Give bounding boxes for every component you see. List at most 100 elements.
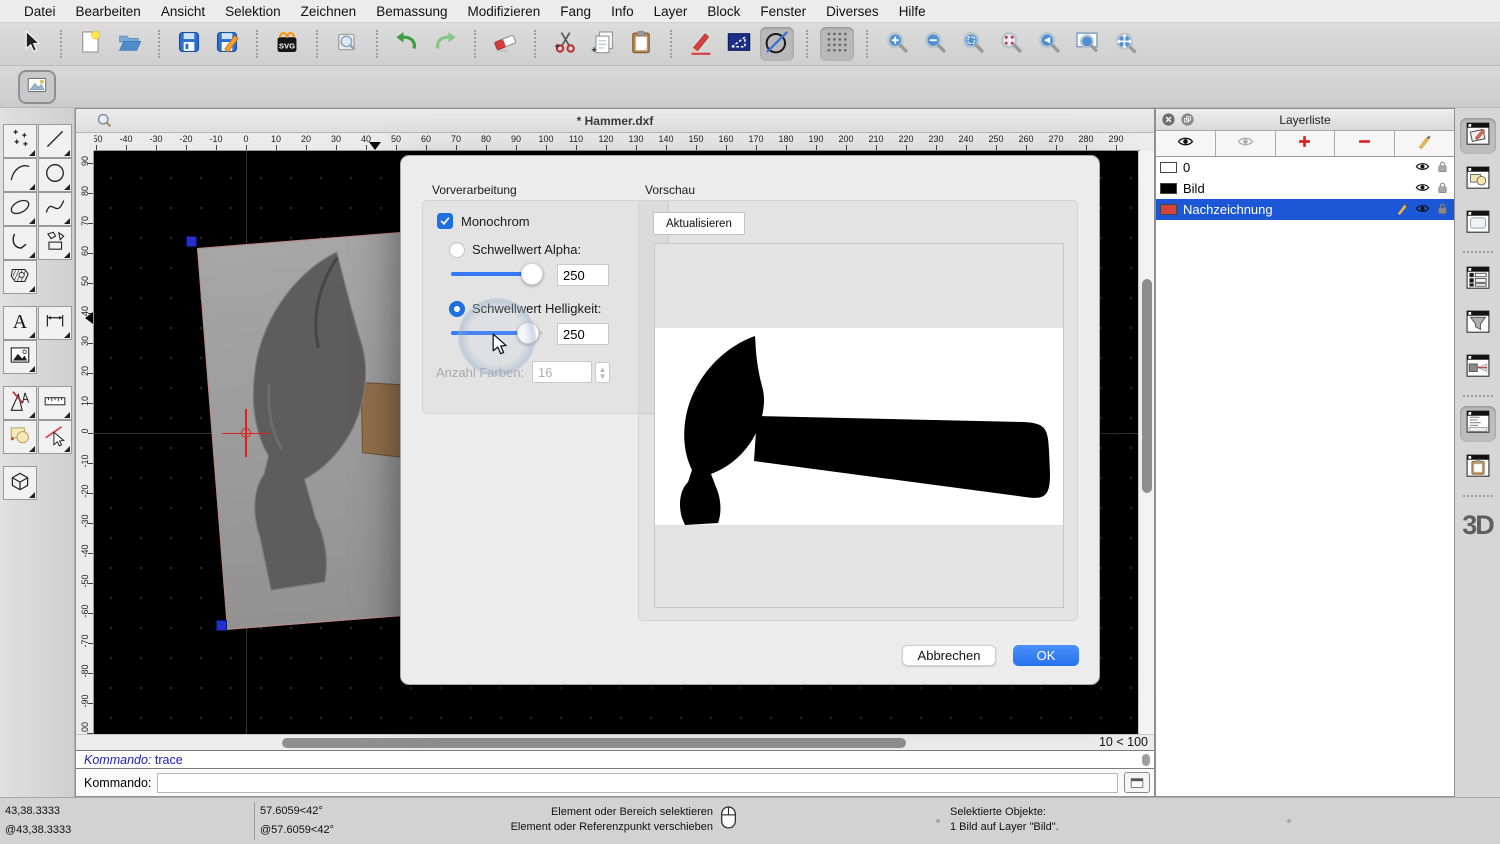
layer-lock-icon[interactable] — [1435, 159, 1450, 177]
menu-modifizieren[interactable]: Modifizieren — [458, 4, 551, 19]
command-history-scrollbar-thumb[interactable] — [1142, 754, 1150, 766]
select-area-button[interactable] — [722, 27, 756, 61]
projection-panel-button[interactable] — [1460, 350, 1496, 386]
paste-button[interactable] — [624, 27, 658, 61]
tool-hatch-button[interactable] — [3, 260, 37, 294]
remove-layer-button[interactable] — [1335, 131, 1395, 156]
layer-visibility-icon[interactable] — [1415, 201, 1430, 219]
clipboard-panel-button[interactable] — [1460, 450, 1496, 486]
list-panel-button[interactable] — [1460, 262, 1496, 298]
selection-handle-bottom-left[interactable] — [216, 620, 227, 631]
alpha-threshold-field[interactable] — [557, 264, 609, 286]
new-document-button[interactable] — [74, 27, 108, 61]
cursor-button[interactable] — [14, 27, 48, 61]
trace-button[interactable] — [760, 27, 794, 61]
cancel-button[interactable]: Abbrechen — [902, 645, 996, 666]
menu-bemassung[interactable]: Bemassung — [366, 4, 457, 19]
layer-color-swatch[interactable] — [1160, 183, 1177, 194]
tool-select-line-button[interactable] — [38, 420, 72, 454]
menu-fenster[interactable]: Fenster — [750, 4, 816, 19]
menu-layer[interactable]: Layer — [644, 4, 698, 19]
zoom-selection-button[interactable] — [994, 27, 1028, 61]
edit-layer-button[interactable] — [1395, 131, 1454, 156]
alpha-slider-knob[interactable] — [521, 263, 543, 285]
3d-mode-button[interactable]: 3D — [1462, 510, 1493, 541]
alpha-threshold-radio[interactable] — [449, 242, 465, 258]
layer-row-bild[interactable]: Bild — [1156, 178, 1454, 199]
open-file-button[interactable] — [112, 27, 146, 61]
tool-polygon-button[interactable] — [38, 226, 72, 260]
menu-hilfe[interactable]: Hilfe — [889, 4, 936, 19]
tool-measure-button[interactable] — [38, 386, 72, 420]
tool-point-button[interactable] — [3, 124, 37, 158]
eraser-button[interactable] — [488, 27, 522, 61]
document-titlebar[interactable]: * Hammer.dxf — [76, 109, 1154, 133]
menu-selektion[interactable]: Selektion — [215, 4, 291, 19]
tool-spline-button[interactable] — [38, 192, 72, 226]
print-preview-button[interactable] — [330, 27, 364, 61]
layer-list-panel-button[interactable] — [1460, 118, 1496, 154]
tool-construction-button[interactable] — [3, 386, 37, 420]
brightness-threshold-field[interactable] — [557, 323, 609, 345]
command-window-button[interactable] — [1124, 772, 1150, 793]
tool-image-button[interactable] — [3, 340, 37, 374]
grid-settings-button[interactable] — [820, 27, 854, 61]
zoom-in-button[interactable] — [880, 27, 914, 61]
menu-info[interactable]: Info — [601, 4, 644, 19]
ok-button[interactable]: OK — [1013, 645, 1079, 666]
copy-button[interactable] — [586, 27, 620, 61]
save-button[interactable] — [172, 27, 206, 61]
layer-visibility-icon[interactable] — [1415, 159, 1430, 177]
layer-lock-icon[interactable] — [1435, 180, 1450, 198]
layer-panel-titlebar[interactable]: Layerliste — [1156, 109, 1454, 131]
alpha-threshold-slider[interactable] — [451, 263, 543, 285]
cut-button[interactable] — [548, 27, 582, 61]
image-tool-button[interactable] — [18, 70, 56, 104]
menu-diverses[interactable]: Diverses — [816, 4, 889, 19]
show-all-eye-button[interactable] — [1156, 131, 1216, 156]
zoom-out-button[interactable] — [918, 27, 952, 61]
vertical-scrollbar-thumb[interactable] — [1142, 279, 1152, 493]
tool-dimension-button[interactable] — [38, 306, 72, 340]
add-layer-button[interactable] — [1276, 131, 1336, 156]
draw-pencil-button[interactable] — [684, 27, 718, 61]
tool-text-button[interactable]: A — [3, 306, 37, 340]
menu-block[interactable]: Block — [697, 4, 750, 19]
menu-fang[interactable]: Fang — [550, 4, 601, 19]
tool-polyline-button[interactable] — [3, 226, 37, 260]
close-panel-icon[interactable] — [1161, 112, 1176, 132]
objects-panel-button[interactable] — [1460, 162, 1496, 198]
save-as-button[interactable] — [210, 27, 244, 61]
blank-panel-button[interactable] — [1460, 206, 1496, 242]
tool-box-3d-button[interactable] — [3, 466, 37, 500]
layer-color-swatch[interactable] — [1160, 162, 1177, 173]
layer-color-swatch[interactable] — [1160, 204, 1177, 215]
menu-datei[interactable]: Datei — [14, 4, 66, 19]
menu-ansicht[interactable]: Ansicht — [151, 4, 215, 19]
hide-all-eye-button[interactable] — [1216, 131, 1276, 156]
zoom-window-button[interactable] — [1070, 27, 1104, 61]
zoom-fit-button[interactable] — [956, 27, 990, 61]
tool-circle-button[interactable] — [38, 158, 72, 192]
filter-panel-button[interactable] — [1460, 306, 1496, 342]
tool-arc-button[interactable] — [3, 158, 37, 192]
brightness-threshold-slider[interactable] — [451, 322, 543, 344]
command-panel-button[interactable] — [1460, 406, 1496, 442]
layer-visibility-icon[interactable] — [1415, 180, 1430, 198]
tool-shape-button[interactable] — [3, 420, 37, 454]
horizontal-scrollbar[interactable]: 10 < 100 — [76, 734, 1154, 750]
vertical-scrollbar[interactable] — [1138, 151, 1154, 734]
command-input[interactable] — [157, 773, 1118, 793]
tool-ellipse-button[interactable] — [3, 192, 37, 226]
layer-row-nachzeichnung[interactable]: Nachzeichnung — [1156, 199, 1454, 220]
selection-handle-top-left[interactable] — [186, 236, 197, 247]
layer-row-0[interactable]: 0 — [1156, 157, 1454, 178]
layer-lock-icon[interactable] — [1435, 201, 1450, 219]
zoom-previous-button[interactable] — [1032, 27, 1066, 61]
undo-button[interactable] — [390, 27, 424, 61]
menu-zeichnen[interactable]: Zeichnen — [291, 4, 367, 19]
update-preview-button[interactable]: Aktualisieren — [653, 212, 745, 235]
pan-button[interactable] — [1108, 27, 1142, 61]
export-svg-button[interactable]: SVG — [270, 27, 304, 61]
collapse-panel-icon[interactable] — [1180, 112, 1195, 132]
